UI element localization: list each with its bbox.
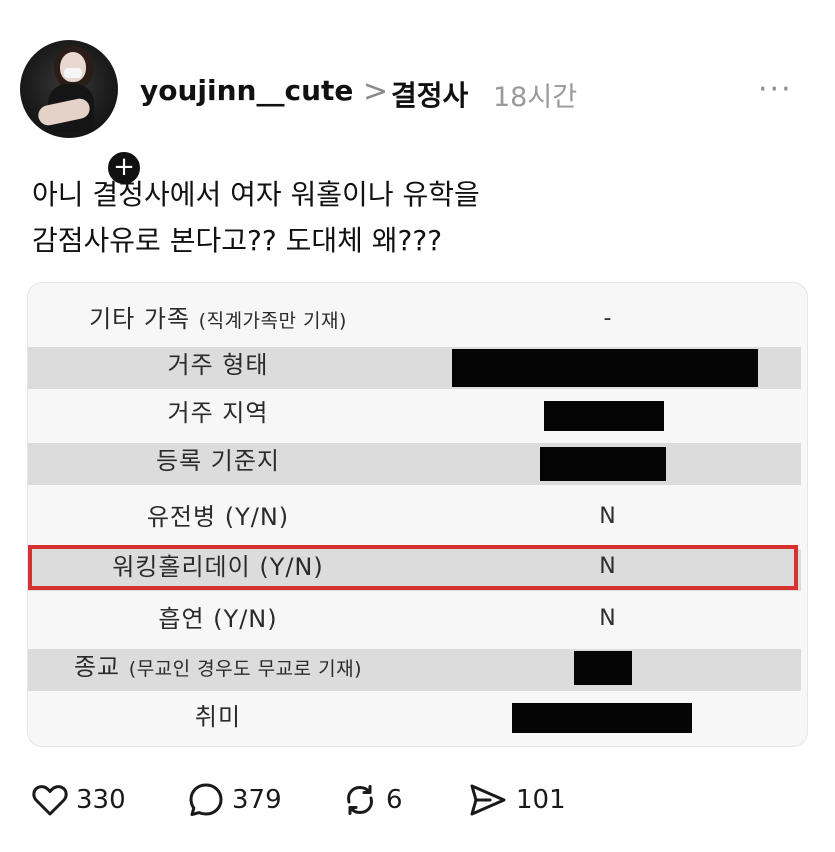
chevron-right-icon: >: [363, 74, 389, 109]
form-value: N: [599, 504, 616, 529]
post-actions-bar: 330 379 6 101: [0, 770, 835, 830]
form-row: 취미: [28, 693, 807, 741]
form-row: 거주 형태: [28, 341, 807, 389]
form-row: 흡연 (Y/N) N: [28, 595, 807, 643]
repost-arrows-icon: [347, 785, 373, 815]
repost-button[interactable]: 6: [340, 770, 403, 830]
post-image[interactable]: 기타 가족 (직계가족만 기재) - 거주 형태 거주 지역 등록 기준지 유전…: [28, 283, 807, 746]
form-label-text: 기타 가족: [89, 305, 191, 333]
redacted-value: [574, 651, 632, 685]
avatar[interactable]: +: [20, 40, 144, 188]
form-label: 유전병 (Y/N): [146, 503, 290, 531]
form-row: 유전병 (Y/N) N: [28, 493, 807, 541]
post-text-line: 아니 결정사에서 여자 워홀이나 유학을: [32, 178, 480, 211]
form-label: 취미: [194, 703, 242, 731]
comment-button[interactable]: 379: [186, 770, 282, 830]
form-label: 흡연 (Y/N): [158, 605, 278, 633]
form-label: 거주 형태: [167, 351, 269, 379]
form-label-text: 종교: [73, 653, 121, 681]
form-row: 종교 (무교인 경우도 무교로 기재): [28, 643, 807, 691]
send-icon: [470, 784, 506, 816]
form-label-note: (직계가족만 기재): [198, 310, 347, 332]
share-button[interactable]: 101: [466, 770, 566, 830]
redacted-value: [452, 349, 758, 387]
red-highlight-box: [28, 545, 798, 590]
comment-count: 379: [232, 785, 282, 815]
form-label: 등록 기준지: [155, 447, 281, 475]
like-button[interactable]: 330: [30, 770, 126, 830]
redacted-value: [544, 401, 664, 431]
form-row: 거주 지역: [28, 389, 807, 437]
form-label: 종교 (무교인 경우도 무교로 기재): [28, 643, 408, 691]
post-timestamp: 18시간: [493, 82, 578, 113]
form-label-note: (무교인 경우도 무교로 기재): [128, 658, 363, 680]
redacted-value: [540, 447, 666, 481]
form-row: 등록 기준지: [28, 437, 807, 485]
username-link[interactable]: youjinn__cute: [140, 74, 353, 107]
form-row: 기타 가족 (직계가족만 기재) -: [28, 295, 807, 343]
like-count: 330: [76, 785, 126, 815]
comment-bubble-icon: [189, 783, 223, 816]
more-dots-icon[interactable]: ···: [758, 72, 793, 107]
heart-icon: [32, 785, 68, 816]
form-value: N: [599, 606, 616, 631]
community-link[interactable]: 결정사: [391, 74, 468, 114]
avatar-image[interactable]: [20, 40, 118, 138]
form-label: 기타 가족 (직계가족만 기재): [28, 295, 408, 343]
post-body: 아니 결정사에서 여자 워홀이나 유학을 감점사유로 본다고?? 도대체 왜??…: [32, 172, 812, 264]
redacted-value: [512, 703, 692, 733]
post-text-line: 감점사유로 본다고?? 도대체 왜???: [32, 224, 443, 257]
repost-count: 6: [386, 785, 403, 815]
form-label: 거주 지역: [167, 399, 269, 427]
share-count: 101: [516, 785, 566, 815]
post-header: + youjinn__cute > 결정사 18시간 ···: [0, 0, 835, 188]
form-value: -: [603, 306, 612, 331]
